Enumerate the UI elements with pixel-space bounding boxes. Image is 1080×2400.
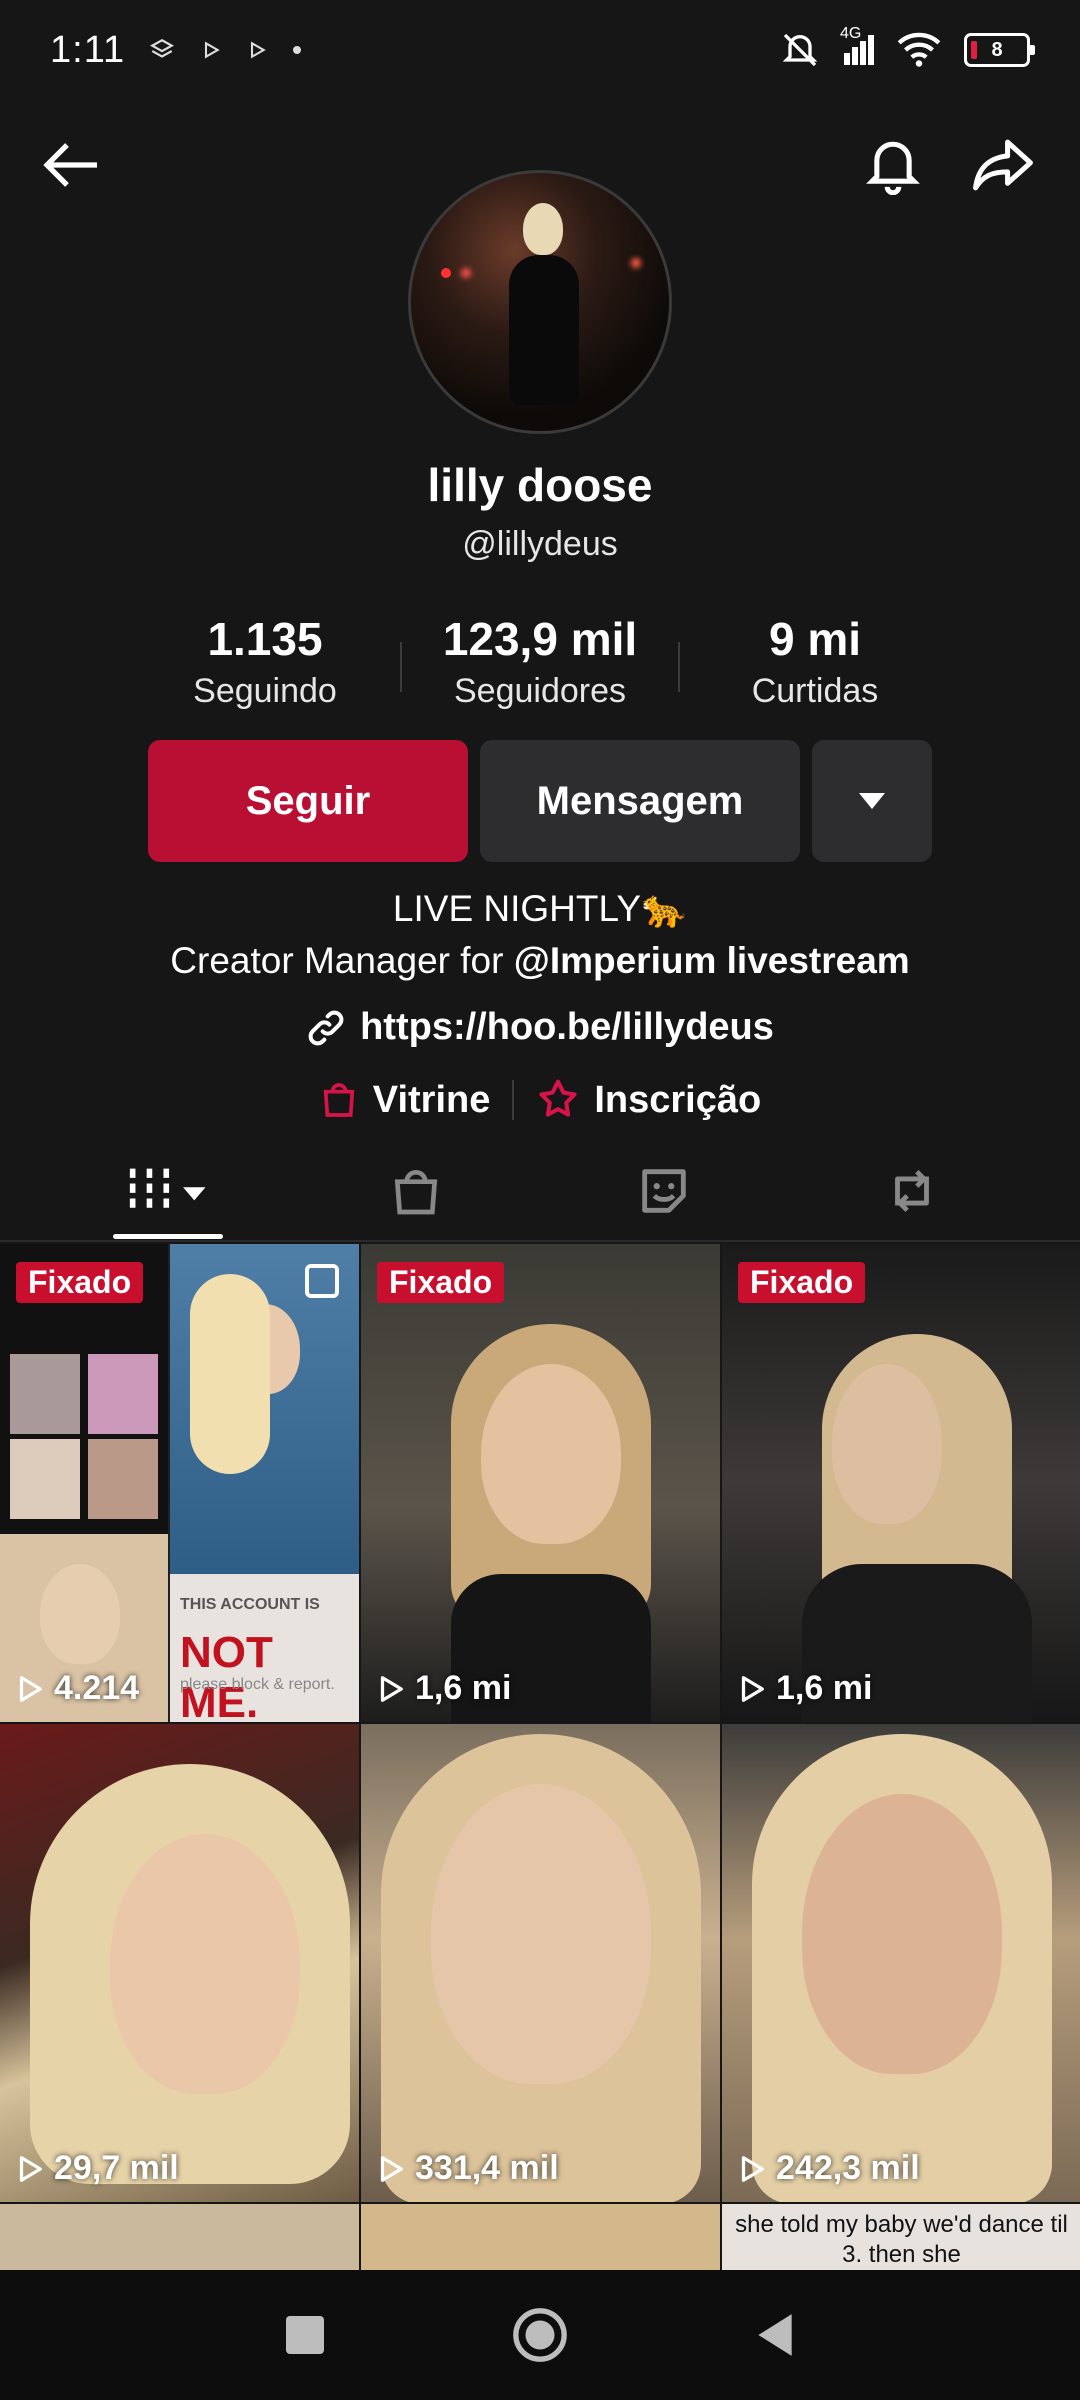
dot-icon <box>293 46 302 54</box>
view-count: 1,6 mi <box>736 1669 872 1708</box>
play-outline-icon <box>380 1675 403 1702</box>
video-tile[interactable] <box>0 2204 359 2274</box>
play-outline-icon <box>19 1675 42 1702</box>
signal-icon: 4G <box>840 25 874 65</box>
video-tile[interactable]: Fixado 1,6 mi <box>722 1244 1080 1722</box>
showcase-link[interactable]: Vitrine <box>319 1079 490 1122</box>
battery-level: 8 <box>991 38 1003 61</box>
view-count: 1,6 mi <box>375 1669 511 1708</box>
profile-name: lilly doose <box>427 459 653 511</box>
video-tile[interactable] <box>361 2204 720 2274</box>
stat-following[interactable]: 1.135 Seguindo <box>160 612 370 711</box>
play-icon <box>251 41 266 59</box>
view-count: 29,7 mil <box>14 2149 179 2188</box>
notifications-button[interactable] <box>848 120 938 210</box>
play-outline-icon <box>741 2155 764 2182</box>
view-count: 331,4 mil <box>375 2149 559 2188</box>
video-tile[interactable]: 29,7 mil <box>0 1724 359 2202</box>
battery-icon: 8 <box>964 33 1035 67</box>
profile-stats: 1.135 Seguindo 123,9 mil Seguidores 9 mi… <box>0 612 1080 722</box>
arrow-left-icon <box>43 143 97 187</box>
tab-reposts[interactable] <box>852 1150 972 1232</box>
triangle-left-icon <box>758 2314 792 2356</box>
play-outline-icon <box>380 2155 403 2182</box>
mute-icon <box>782 33 818 67</box>
profile-extras: Vitrine Inscrição <box>0 1078 1080 1122</box>
bell-icon <box>866 141 920 195</box>
video-tile[interactable]: 331,4 mil <box>361 1724 720 2202</box>
subscription-link[interactable]: Inscrição <box>536 1078 761 1122</box>
bio-mention[interactable]: @Imperium livestream <box>514 940 910 981</box>
stat-likes[interactable]: 9 mi Curtidas <box>710 612 920 711</box>
sticker-icon <box>642 1169 686 1213</box>
circle-icon <box>513 2308 567 2362</box>
view-count: 242,3 mil <box>736 2149 920 2188</box>
tab-stickers[interactable] <box>604 1150 724 1232</box>
profile-actions: Seguir Mensagem <box>148 740 932 862</box>
video-tile[interactable]: 242,3 mil <box>722 1724 1080 2202</box>
stat-divider <box>678 642 680 692</box>
bio-line-1: LIVE NIGHTLY🐆 <box>392 888 688 929</box>
home-button[interactable] <box>505 2305 575 2365</box>
content-tabs <box>0 1150 1080 1240</box>
profile-handle: @lillydeus <box>462 525 618 563</box>
video-thumbnail <box>0 1244 168 1722</box>
avatar-figure <box>501 203 581 431</box>
bio-line-2: Creator Manager for @Imperium livestream <box>170 940 910 981</box>
play-icon <box>205 41 220 59</box>
video-caption: she told my baby we'd dance til 3. then … <box>735 2211 1068 2268</box>
pinned-badge: Fixado <box>16 1262 144 1303</box>
active-tab-indicator <box>113 1234 223 1239</box>
system-back-button[interactable] <box>740 2305 810 2365</box>
video-tile[interactable]: Fixado 1,6 mi <box>361 1244 720 1722</box>
recents-button[interactable] <box>270 2305 340 2365</box>
follow-button[interactable]: Seguir <box>148 740 468 862</box>
video-tile[interactable]: she told my baby we'd dance til 3. then … <box>722 2204 1080 2274</box>
grid-bars-icon <box>129 1168 206 1214</box>
video-tile[interactable]: THIS ACCOUNT IS NOT ME. please block & r… <box>0 1244 359 1722</box>
status-bar: 1:11 4G 8 <box>0 0 1080 100</box>
wifi-icon <box>897 32 941 67</box>
link-icon <box>308 1010 344 1045</box>
status-time: 1:11 <box>50 28 126 71</box>
caret-down-icon <box>859 793 885 809</box>
back-button[interactable] <box>26 120 116 210</box>
pinned-badge: Fixado <box>738 1262 866 1303</box>
profile-avatar[interactable] <box>408 170 672 434</box>
square-icon <box>286 2316 324 2354</box>
view-count: 4.214 <box>14 1669 139 1708</box>
share-arrow-icon <box>973 139 1033 191</box>
shopping-bag-icon <box>394 1170 438 1215</box>
play-outline-icon <box>741 1675 764 1702</box>
multi-photo-icon <box>305 1264 339 1298</box>
pinned-badge: Fixado <box>377 1262 505 1303</box>
network-type: 4G <box>840 25 862 42</box>
more-options-button[interactable] <box>812 740 932 862</box>
stat-divider <box>400 642 402 692</box>
share-button[interactable] <box>958 120 1048 210</box>
shopping-bag-icon <box>323 1083 355 1117</box>
star-badge-icon <box>539 1079 577 1117</box>
profile-link[interactable]: https://hoo.be/lillydeus <box>0 1006 1080 1049</box>
warning-card: THIS ACCOUNT IS NOT ME. please block & r… <box>170 1574 359 1722</box>
play-outline-icon <box>19 2155 42 2182</box>
stat-followers[interactable]: 123,9 mil Seguidores <box>420 612 660 711</box>
system-nav-bar <box>0 2270 1080 2400</box>
tab-shop[interactable] <box>356 1150 476 1232</box>
tab-videos[interactable] <box>110 1150 230 1232</box>
stack-icon <box>150 39 175 58</box>
repost-icon <box>895 1169 929 1213</box>
message-button[interactable]: Mensagem <box>480 740 800 862</box>
